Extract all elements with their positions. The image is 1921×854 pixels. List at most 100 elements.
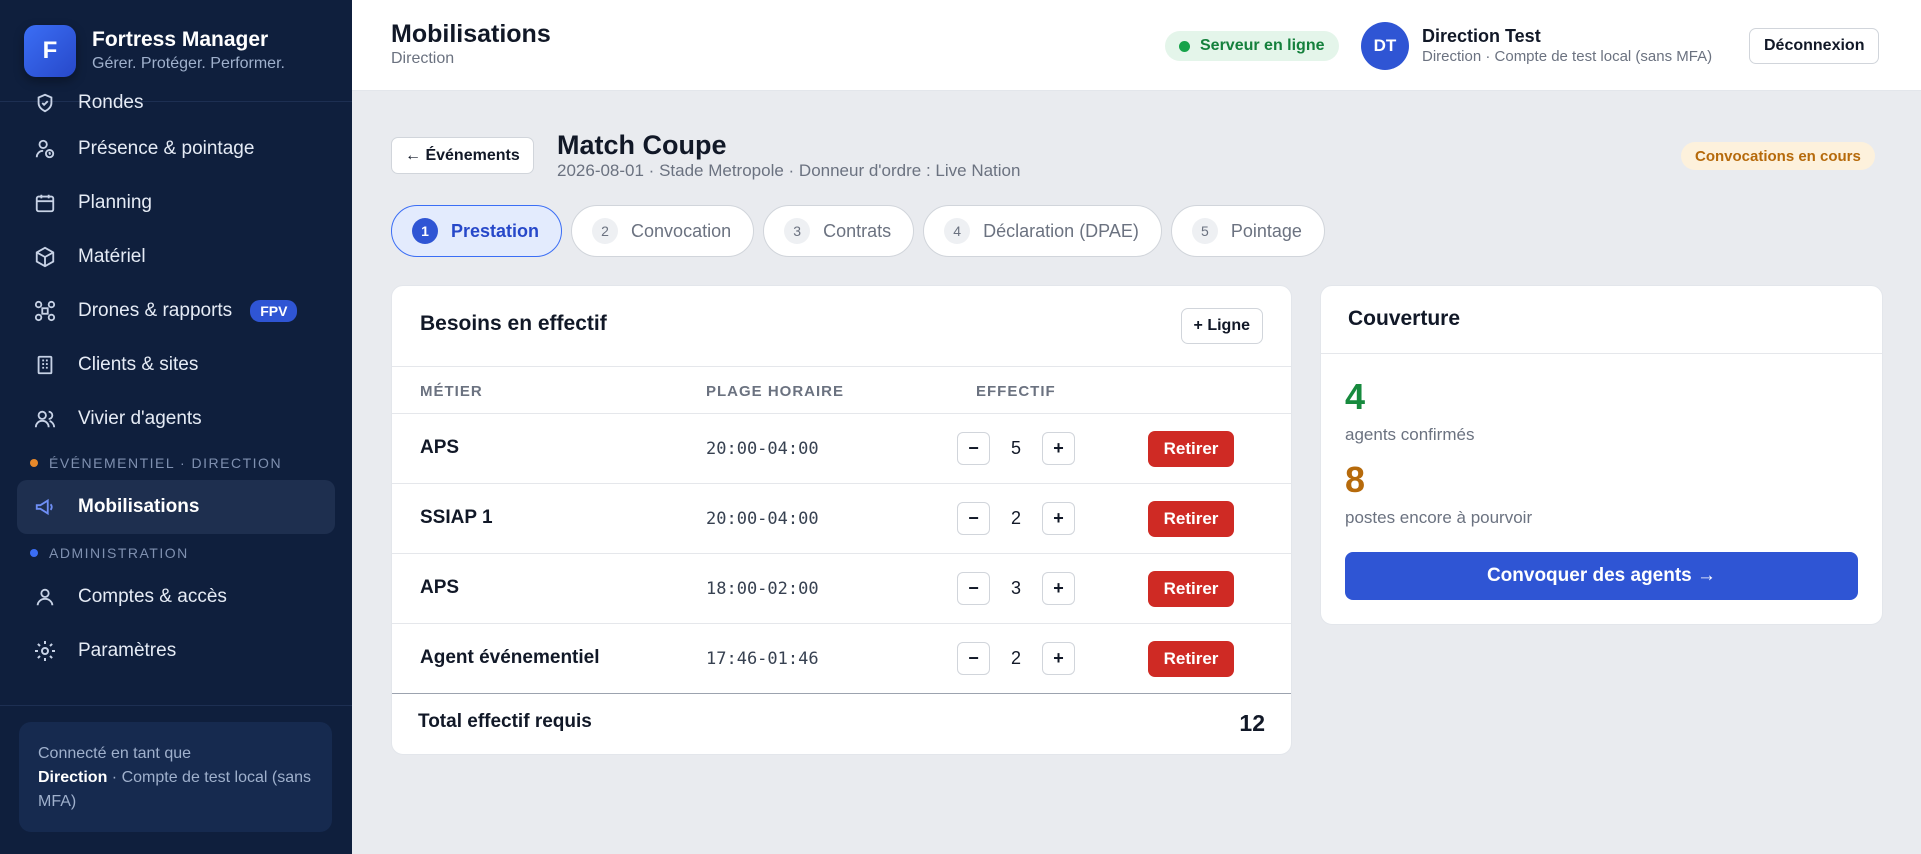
- sidebar-item-label: Comptes & accès: [78, 586, 227, 607]
- add-line-button[interactable]: + Ligne: [1180, 308, 1263, 344]
- sidebar-item-label: Rondes: [78, 92, 144, 113]
- sidebar-item-parametres[interactable]: Paramètres: [0, 624, 352, 678]
- user-clock-icon: [32, 136, 58, 162]
- box-icon: [32, 244, 58, 270]
- brand-name: Fortress Manager: [92, 28, 269, 51]
- step-label: Prestation: [451, 220, 540, 241]
- increment-button[interactable]: +: [1042, 502, 1075, 535]
- brand-tagline: Gérer. Protéger. Performer.: [92, 55, 285, 72]
- step-number: 4: [944, 218, 971, 244]
- back-to-events-button[interactable]: ← Événements: [391, 137, 534, 174]
- sidebar-item-comptes[interactable]: Comptes & accès: [0, 570, 352, 624]
- section-label-administration: ADMINISTRATION: [0, 536, 352, 570]
- section-dot: [30, 549, 38, 557]
- step-number: 3: [784, 218, 811, 244]
- table-row: APS 20:00-04:00 − 5 + Retirer: [392, 414, 1291, 484]
- confirmed-count: 4: [1345, 376, 1366, 417]
- event-status-badge: Convocations en cours: [1681, 142, 1875, 170]
- open-positions-label: postes encore à pourvoir: [1345, 508, 1533, 527]
- connected-role: Direction: [38, 769, 108, 786]
- couverture-card: Couverture 4 agents confirmés 8 postes e…: [1320, 285, 1883, 625]
- user-role: Direction · Compte de test local (sans M…: [1422, 48, 1713, 65]
- sidebar-item-clients[interactable]: Clients & sites: [0, 338, 352, 392]
- step-declaration[interactable]: 4 Déclaration (DPAE): [923, 205, 1162, 257]
- step-label: Déclaration (DPAE): [983, 220, 1139, 241]
- step-number: 2: [592, 218, 619, 244]
- sidebar-item-label: Clients & sites: [78, 354, 199, 375]
- user-icon: [32, 584, 58, 610]
- step-contrats[interactable]: 3 Contrats: [763, 205, 915, 257]
- table-row: Agent événementiel 17:46-01:46 − 2 + Ret…: [392, 624, 1291, 694]
- sidebar-item-presence[interactable]: Présence & pointage: [0, 122, 352, 176]
- brand-logo: F: [24, 24, 76, 77]
- fpv-badge: FPV: [250, 300, 298, 322]
- sidebar-item-materiel[interactable]: Matériel: [0, 230, 352, 284]
- drone-icon: [32, 298, 58, 324]
- remove-row-button[interactable]: Retirer: [1148, 431, 1234, 467]
- step-label: Pointage: [1230, 220, 1302, 241]
- sidebar-item-label: Vivier d'agents: [78, 408, 202, 429]
- row-plage: 17:46-01:46: [706, 649, 819, 669]
- page-title: Mobilisations: [391, 20, 551, 48]
- row-effectif: 2: [1010, 648, 1021, 668]
- row-metier: Agent événementiel: [420, 647, 600, 668]
- total-value: 12: [1239, 710, 1265, 736]
- sidebar-item-drones[interactable]: Drones & rapports FPV: [0, 284, 352, 338]
- row-effectif: 3: [1010, 578, 1021, 598]
- column-header-metier: MÉTIER: [420, 383, 483, 400]
- row-plage: 20:00-04:00: [706, 509, 819, 529]
- connected-as-card: Connecté en tant que Direction · Compte …: [19, 722, 332, 832]
- step-number: 5: [1191, 218, 1218, 244]
- sidebar-item-label: Matériel: [78, 246, 146, 267]
- event-title: Match Coupe: [557, 130, 727, 160]
- increment-button[interactable]: +: [1042, 572, 1075, 605]
- step-label: Contrats: [823, 220, 892, 241]
- sidebar-item-label: Planning: [78, 192, 152, 213]
- increment-button[interactable]: +: [1042, 432, 1075, 465]
- increment-button[interactable]: +: [1042, 642, 1075, 675]
- sidebar-item-label: Drones & rapports: [78, 300, 233, 321]
- remove-row-button[interactable]: Retirer: [1148, 641, 1234, 677]
- row-plage: 20:00-04:00: [706, 439, 819, 459]
- sidebar-divider: [0, 705, 352, 706]
- total-divider: [392, 693, 1291, 694]
- table-row: SSIAP 1 20:00-04:00 − 2 + Retirer: [392, 484, 1291, 554]
- row-effectif: 5: [1010, 438, 1021, 458]
- sidebar-item-mobilisations[interactable]: Mobilisations: [17, 480, 335, 534]
- step-convocation[interactable]: 2 Convocation: [571, 205, 755, 257]
- confirmed-label: agents confirmés: [1345, 425, 1475, 444]
- decrement-button[interactable]: −: [957, 572, 990, 605]
- row-metier: APS: [420, 577, 460, 598]
- gear-icon: [32, 638, 58, 664]
- sidebar-item-label: Mobilisations: [78, 496, 200, 517]
- row-plage: 18:00-02:00: [706, 579, 819, 599]
- sidebar-item-label: Paramètres: [78, 640, 177, 661]
- remove-row-button[interactable]: Retirer: [1148, 571, 1234, 607]
- sidebar-item-vivier[interactable]: Vivier d'agents: [0, 392, 352, 446]
- step-pointage[interactable]: 5 Pointage: [1170, 205, 1325, 257]
- convoquer-agents-button[interactable]: Convoquer des agents →: [1345, 552, 1858, 600]
- avatar[interactable]: DT: [1361, 22, 1409, 70]
- row-metier: APS: [420, 437, 460, 458]
- megaphone-icon: [32, 494, 58, 520]
- besoins-card: Besoins en effectif + Ligne MÉTIER PLAGE…: [391, 285, 1292, 755]
- step-prestation[interactable]: 1 Prestation: [391, 205, 563, 257]
- user-name: Direction Test: [1422, 26, 1541, 46]
- decrement-button[interactable]: −: [957, 432, 990, 465]
- sidebar-item-label: Présence & pointage: [78, 138, 255, 159]
- logout-button[interactable]: Déconnexion: [1749, 28, 1880, 64]
- step-number: 1: [412, 218, 438, 244]
- column-header-plage: PLAGE HORAIRE: [706, 383, 845, 400]
- server-status-badge: Serveur en ligne: [1165, 31, 1339, 61]
- decrement-button[interactable]: −: [957, 642, 990, 675]
- remove-row-button[interactable]: Retirer: [1148, 501, 1234, 537]
- users-icon: [32, 406, 58, 432]
- couverture-title: Couverture: [1348, 307, 1461, 330]
- building-icon: [32, 352, 58, 378]
- event-meta: 2026-08-01 · Stade Metropole · Donneur d…: [557, 161, 1021, 180]
- shield-check-icon: [32, 90, 58, 116]
- decrement-button[interactable]: −: [957, 502, 990, 535]
- sidebar-item-planning[interactable]: Planning: [0, 176, 352, 230]
- table-row: APS 18:00-02:00 − 3 + Retirer: [392, 554, 1291, 624]
- sidebar-item-rondes[interactable]: Rondes: [0, 84, 352, 122]
